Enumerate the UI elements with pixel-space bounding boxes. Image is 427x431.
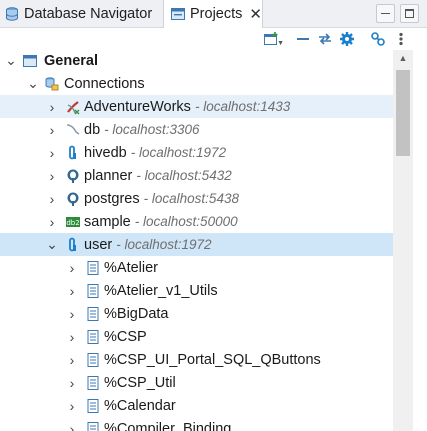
- project-tree[interactable]: ⌄ General ⌄ Connections › AdventureWorks…: [0, 50, 393, 431]
- chevron-down-icon[interactable]: ⌄: [27, 75, 39, 91]
- connection-host: - localhost:5438: [143, 190, 239, 206]
- tree-row-project[interactable]: ⌄ General: [0, 50, 393, 72]
- schema-label: %CSP_Util: [104, 374, 176, 391]
- connection-host: - localhost:1972: [116, 236, 212, 252]
- dropdown-arrow-icon: ▼: [277, 40, 284, 47]
- view-menu-icon[interactable]: [392, 30, 410, 48]
- project-icon: [22, 53, 38, 69]
- chevron-right-icon[interactable]: ›: [66, 260, 78, 276]
- tab-projects[interactable]: Projects ✕: [163, 0, 263, 28]
- schema-label: %Compiler_Binding: [104, 420, 232, 431]
- tab-label: Database Navigator: [24, 6, 153, 22]
- connection-name: AdventureWorks: [84, 98, 191, 115]
- intersystems-icon: [65, 237, 81, 253]
- connection-host: - localhost:5432: [136, 167, 232, 183]
- connection-name: db: [84, 121, 101, 138]
- tree-row-schema[interactable]: › %Atelier: [0, 256, 393, 279]
- projects-icon: [170, 6, 186, 22]
- schema-label: %Calendar: [104, 397, 176, 414]
- tab-database-navigator[interactable]: Database Navigator: [0, 0, 162, 28]
- connection-host: - localhost:1972: [130, 144, 227, 160]
- minimize-button[interactable]: [376, 4, 395, 23]
- sqlserver-icon: [65, 99, 81, 115]
- connection-name: hivedb: [84, 144, 127, 161]
- vertical-scrollbar[interactable]: ▲: [393, 50, 413, 431]
- schema-label: %CSP_UI_Portal_SQL_QButtons: [104, 351, 321, 368]
- svg-text:db2: db2: [66, 219, 79, 227]
- tree-row-schema[interactable]: › %CSP_UI_Portal_SQL_QButtons: [0, 348, 393, 371]
- tree-row-schema[interactable]: › %Atelier_v1_Utils: [0, 279, 393, 302]
- view-toolbar: ▼: [0, 28, 427, 50]
- configure-icon[interactable]: [338, 30, 356, 48]
- database-navigator-icon: [4, 6, 20, 22]
- connection-host: - localhost:1433: [194, 98, 291, 114]
- connect-icon[interactable]: [369, 30, 387, 48]
- connection-name: user: [84, 236, 113, 253]
- schema-label: %CSP: [104, 328, 147, 345]
- project-label: General: [44, 52, 98, 69]
- schema-label: %Atelier_v1_Utils: [104, 282, 218, 299]
- view-tab-bar: Database Navigator Projects ✕: [0, 0, 427, 28]
- tree-row-schema[interactable]: › %Calendar: [0, 394, 393, 417]
- chevron-right-icon[interactable]: ›: [46, 191, 58, 207]
- connection-host: - localhost:3306: [104, 121, 200, 137]
- tree-row-connection[interactable]: › AdventureWorks - localhost:1433: [0, 95, 393, 118]
- schema-icon: [85, 260, 101, 276]
- close-icon[interactable]: ✕: [249, 5, 262, 23]
- schema-label: %Atelier: [104, 259, 158, 276]
- chevron-right-icon[interactable]: ›: [66, 352, 78, 368]
- connection-name: postgres: [84, 190, 140, 207]
- schema-icon: [85, 283, 101, 299]
- chevron-right-icon[interactable]: ›: [46, 145, 58, 161]
- schema-icon: [85, 352, 101, 368]
- tree-row-connection[interactable]: › hivedb - localhost:1972: [0, 141, 393, 164]
- tab-label: Projects: [190, 6, 243, 22]
- connections-folder-icon: [44, 76, 60, 92]
- chevron-right-icon[interactable]: ›: [46, 214, 58, 230]
- postgres-icon: [65, 191, 81, 207]
- maximize-button[interactable]: [400, 4, 419, 23]
- link-with-editor-icon[interactable]: [316, 30, 334, 48]
- schema-label: %BigData: [104, 305, 169, 322]
- mysql-icon: [65, 122, 81, 138]
- tree-row-connection[interactable]: › db2 sample - localhost:50000: [0, 210, 393, 233]
- scrollbar-thumb[interactable]: [396, 70, 410, 156]
- tree-row-connection[interactable]: ⌄ user - localhost:1972: [0, 233, 393, 256]
- chevron-right-icon[interactable]: ›: [66, 421, 78, 431]
- collapse-all-icon[interactable]: [294, 30, 312, 48]
- tree-row-schema[interactable]: › %CSP: [0, 325, 393, 348]
- new-connection-icon[interactable]: ▼: [262, 30, 284, 48]
- schema-icon: [85, 375, 101, 391]
- chevron-right-icon[interactable]: ›: [66, 398, 78, 414]
- schema-icon: [85, 329, 101, 345]
- chevron-right-icon[interactable]: ›: [66, 283, 78, 299]
- tree-row-connection[interactable]: › db - localhost:3306: [0, 118, 393, 141]
- schema-icon: [85, 306, 101, 322]
- schema-icon: [85, 421, 101, 431]
- chevron-right-icon[interactable]: ›: [46, 122, 58, 138]
- chevron-right-icon[interactable]: ›: [66, 306, 78, 322]
- tree-row-connection[interactable]: › postgres - localhost:5438: [0, 187, 393, 210]
- tree-row-connections-folder[interactable]: ⌄ Connections: [0, 72, 393, 95]
- chevron-right-icon[interactable]: ›: [66, 375, 78, 391]
- connection-host: - localhost:50000: [134, 213, 238, 229]
- postgres-icon: [65, 168, 81, 184]
- chevron-right-icon[interactable]: ›: [46, 168, 58, 184]
- tree-row-connection[interactable]: › planner - localhost:5432: [0, 164, 393, 187]
- chevron-right-icon[interactable]: ›: [46, 99, 58, 115]
- tree-row-schema[interactable]: › %CSP_Util: [0, 371, 393, 394]
- connection-name: planner: [84, 167, 133, 184]
- chevron-down-icon[interactable]: ⌄: [46, 236, 58, 252]
- chevron-down-icon[interactable]: ⌄: [5, 52, 17, 68]
- connections-folder-label: Connections: [64, 75, 145, 92]
- db2-icon: db2: [65, 214, 81, 230]
- connection-name: sample: [84, 213, 131, 230]
- chevron-right-icon[interactable]: ›: [66, 329, 78, 345]
- tree-row-schema[interactable]: › %BigData: [0, 302, 393, 325]
- schema-icon: [85, 398, 101, 414]
- intersystems-icon: [65, 145, 81, 161]
- tree-row-schema[interactable]: › %Compiler_Binding: [0, 417, 393, 431]
- scroll-up-arrow-icon[interactable]: ▲: [393, 50, 413, 66]
